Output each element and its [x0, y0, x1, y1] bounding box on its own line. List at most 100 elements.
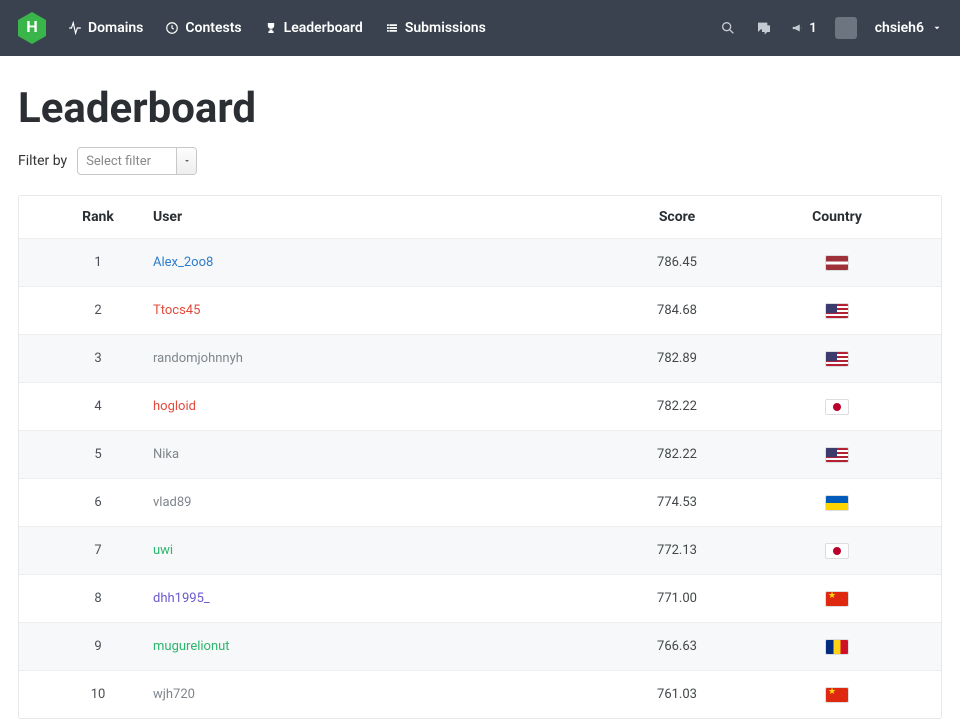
nav-submissions-label: Submissions [405, 20, 486, 36]
table-row: 3randomjohnnyh782.89 [19, 334, 941, 382]
cell-country [757, 255, 917, 271]
cell-country [757, 639, 917, 655]
table-header: Rank User Score Country [19, 196, 941, 238]
table-row: 1Alex_2oo8786.45 [19, 238, 941, 286]
flag-icon [825, 639, 849, 655]
cell-rank: 4 [43, 399, 153, 414]
messages-icon [756, 20, 772, 36]
cell-country [757, 351, 917, 367]
cell-score: 774.53 [597, 495, 757, 510]
cell-rank: 2 [43, 303, 153, 318]
activity-icon [68, 21, 82, 35]
cell-score: 782.22 [597, 447, 757, 462]
cell-country [757, 591, 917, 607]
table-body: 1Alex_2oo8786.452Ttocs45784.683randomjoh… [19, 238, 941, 718]
cell-user-link[interactable]: Ttocs45 [153, 303, 597, 318]
cell-score: 771.00 [597, 591, 757, 606]
table-row: 5Nika782.22 [19, 430, 941, 478]
top-navbar: H Domains Contests Leaderboard Submissio… [0, 0, 960, 56]
cell-rank: 10 [43, 687, 153, 702]
filter-select[interactable]: Select filter [77, 147, 197, 175]
nav-contests-label: Contests [185, 20, 241, 36]
table-row: 2Ttocs45784.68 [19, 286, 941, 334]
cell-user-link[interactable]: mugurelionut [153, 639, 597, 654]
filter-label: Filter by [18, 153, 67, 169]
chevron-down-icon [932, 23, 942, 33]
cell-user-link[interactable]: wjh720 [153, 687, 597, 702]
table-row: 6vlad89774.53 [19, 478, 941, 526]
cell-score: 782.22 [597, 399, 757, 414]
dropdown-toggle[interactable] [176, 148, 196, 174]
header-user: User [153, 209, 597, 225]
page-content: Leaderboard Filter by Select filter Rank… [0, 56, 960, 719]
cell-score: 766.63 [597, 639, 757, 654]
header-country: Country [757, 209, 917, 225]
flag-icon [825, 351, 849, 367]
cell-user-link[interactable]: randomjohnnyh [153, 351, 597, 366]
cell-rank: 9 [43, 639, 153, 654]
cell-rank: 8 [43, 591, 153, 606]
flag-icon [825, 303, 849, 319]
flag-icon [825, 447, 849, 463]
nav-leaderboard-label: Leaderboard [284, 20, 363, 36]
flag-icon [825, 495, 849, 511]
cell-user-link[interactable]: hogloid [153, 399, 597, 414]
cell-country [757, 495, 917, 511]
table-row: 7uwi772.13 [19, 526, 941, 574]
page-title: Leaderboard [18, 84, 942, 133]
cell-country [757, 543, 917, 559]
cell-user-link[interactable]: uwi [153, 543, 597, 558]
user-menu[interactable]: chsieh6 [875, 20, 942, 36]
list-icon [385, 21, 399, 35]
flag-icon [825, 591, 849, 607]
flag-icon [825, 255, 849, 271]
cell-user-link[interactable]: Nika [153, 447, 597, 462]
nav-right: 1 chsieh6 [719, 17, 942, 39]
header-score: Score [597, 209, 757, 225]
cell-user-link[interactable]: dhh1995_ [153, 591, 597, 606]
messages-button[interactable] [755, 19, 773, 37]
cell-score: 786.45 [597, 255, 757, 270]
cell-rank: 6 [43, 495, 153, 510]
clock-icon [165, 21, 179, 35]
flag-icon [825, 687, 849, 703]
cell-rank: 5 [43, 447, 153, 462]
header-rank: Rank [43, 209, 153, 225]
table-row: 9mugurelionut766.63 [19, 622, 941, 670]
cell-rank: 3 [43, 351, 153, 366]
cell-country [757, 687, 917, 703]
cell-user-link[interactable]: vlad89 [153, 495, 597, 510]
nav-contests[interactable]: Contests [165, 20, 241, 36]
nav-submissions[interactable]: Submissions [385, 20, 486, 36]
cell-country [757, 447, 917, 463]
filter-row: Filter by Select filter [18, 147, 942, 175]
cell-rank: 7 [43, 543, 153, 558]
nav-domains[interactable]: Domains [68, 20, 143, 36]
flag-icon [825, 543, 849, 559]
flag-icon [825, 399, 849, 415]
cell-score: 761.03 [597, 687, 757, 702]
logo[interactable]: H [18, 12, 46, 44]
search-button[interactable] [719, 19, 737, 37]
chevron-down-icon [183, 157, 191, 165]
cell-score: 782.89 [597, 351, 757, 366]
cell-country [757, 303, 917, 319]
avatar[interactable] [835, 17, 857, 39]
cell-user-link[interactable]: Alex_2oo8 [153, 255, 597, 270]
filter-placeholder: Select filter [86, 154, 151, 169]
table-row: 8dhh1995_771.00 [19, 574, 941, 622]
leaderboard-table: Rank User Score Country 1Alex_2oo8786.45… [18, 195, 942, 719]
cell-score: 772.13 [597, 543, 757, 558]
username-label: chsieh6 [875, 20, 924, 36]
nav-domains-label: Domains [88, 20, 143, 36]
trophy-icon [264, 21, 278, 35]
megaphone-icon [791, 21, 805, 35]
cell-country [757, 399, 917, 415]
notification-count: 1 [809, 21, 816, 36]
search-icon [720, 20, 736, 36]
nav-leaderboard[interactable]: Leaderboard [264, 20, 363, 36]
cell-rank: 1 [43, 255, 153, 270]
notifications-button[interactable]: 1 [791, 21, 816, 36]
table-row: 10wjh720761.03 [19, 670, 941, 718]
nav-items: Domains Contests Leaderboard Submissions [68, 20, 486, 36]
